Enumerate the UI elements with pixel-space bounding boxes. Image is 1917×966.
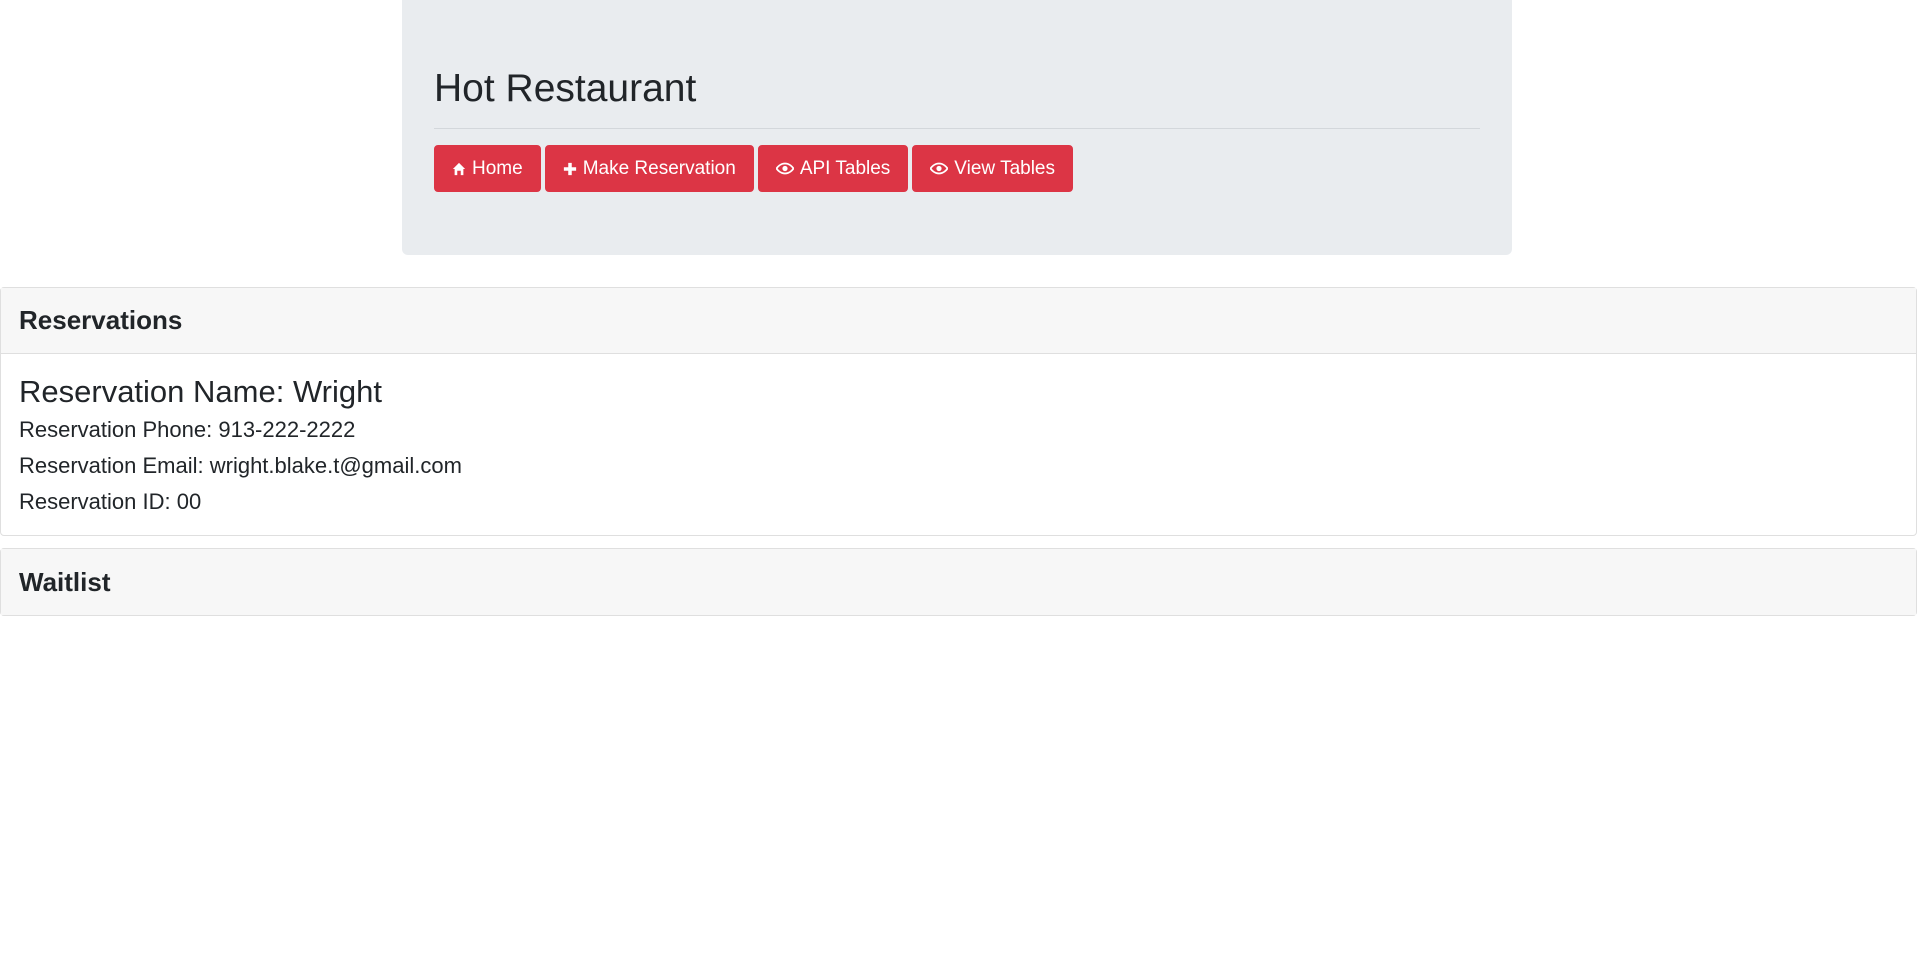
plus-icon [563,162,577,176]
header-jumbotron: Hot Restaurant Home Make Reservation API… [402,0,1512,255]
api-tables-button[interactable]: API Tables [757,145,909,192]
home-button-label: Home [472,157,523,179]
make-reservation-button[interactable]: Make Reservation [544,145,754,192]
waitlist-card: Waitlist [0,548,1917,616]
view-tables-button-label: View Tables [954,157,1055,179]
waitlist-heading: Waitlist [1,549,1916,615]
reservation-entry: Reservation Name: Wright Reservation Pho… [1,354,1916,535]
reservations-heading: Reservations [1,288,1916,354]
reservation-phone: Reservation Phone: 913-222-2222 [19,417,356,442]
page-title: Hot Restaurant [434,67,697,110]
reservation-email: Reservation Email: wright.blake.t@gmail.… [19,453,462,478]
view-tables-button[interactable]: View Tables [912,145,1073,192]
reservation-id: Reservation ID: 00 [19,489,202,514]
reservation-name: Reservation Name: Wright [19,374,382,409]
nav-button-group: Home Make Reservation API Tables View Ta… [434,145,1480,192]
api-tables-button-label: API Tables [799,157,891,179]
home-icon [452,162,466,176]
header-divider [434,128,1480,129]
make-reservation-button-label: Make Reservation [582,157,736,179]
eye-icon [930,162,949,175]
home-button[interactable]: Home [434,145,541,192]
reservations-card: Reservations Reservation Name: Wright Re… [0,287,1917,536]
eye-icon [775,162,794,175]
